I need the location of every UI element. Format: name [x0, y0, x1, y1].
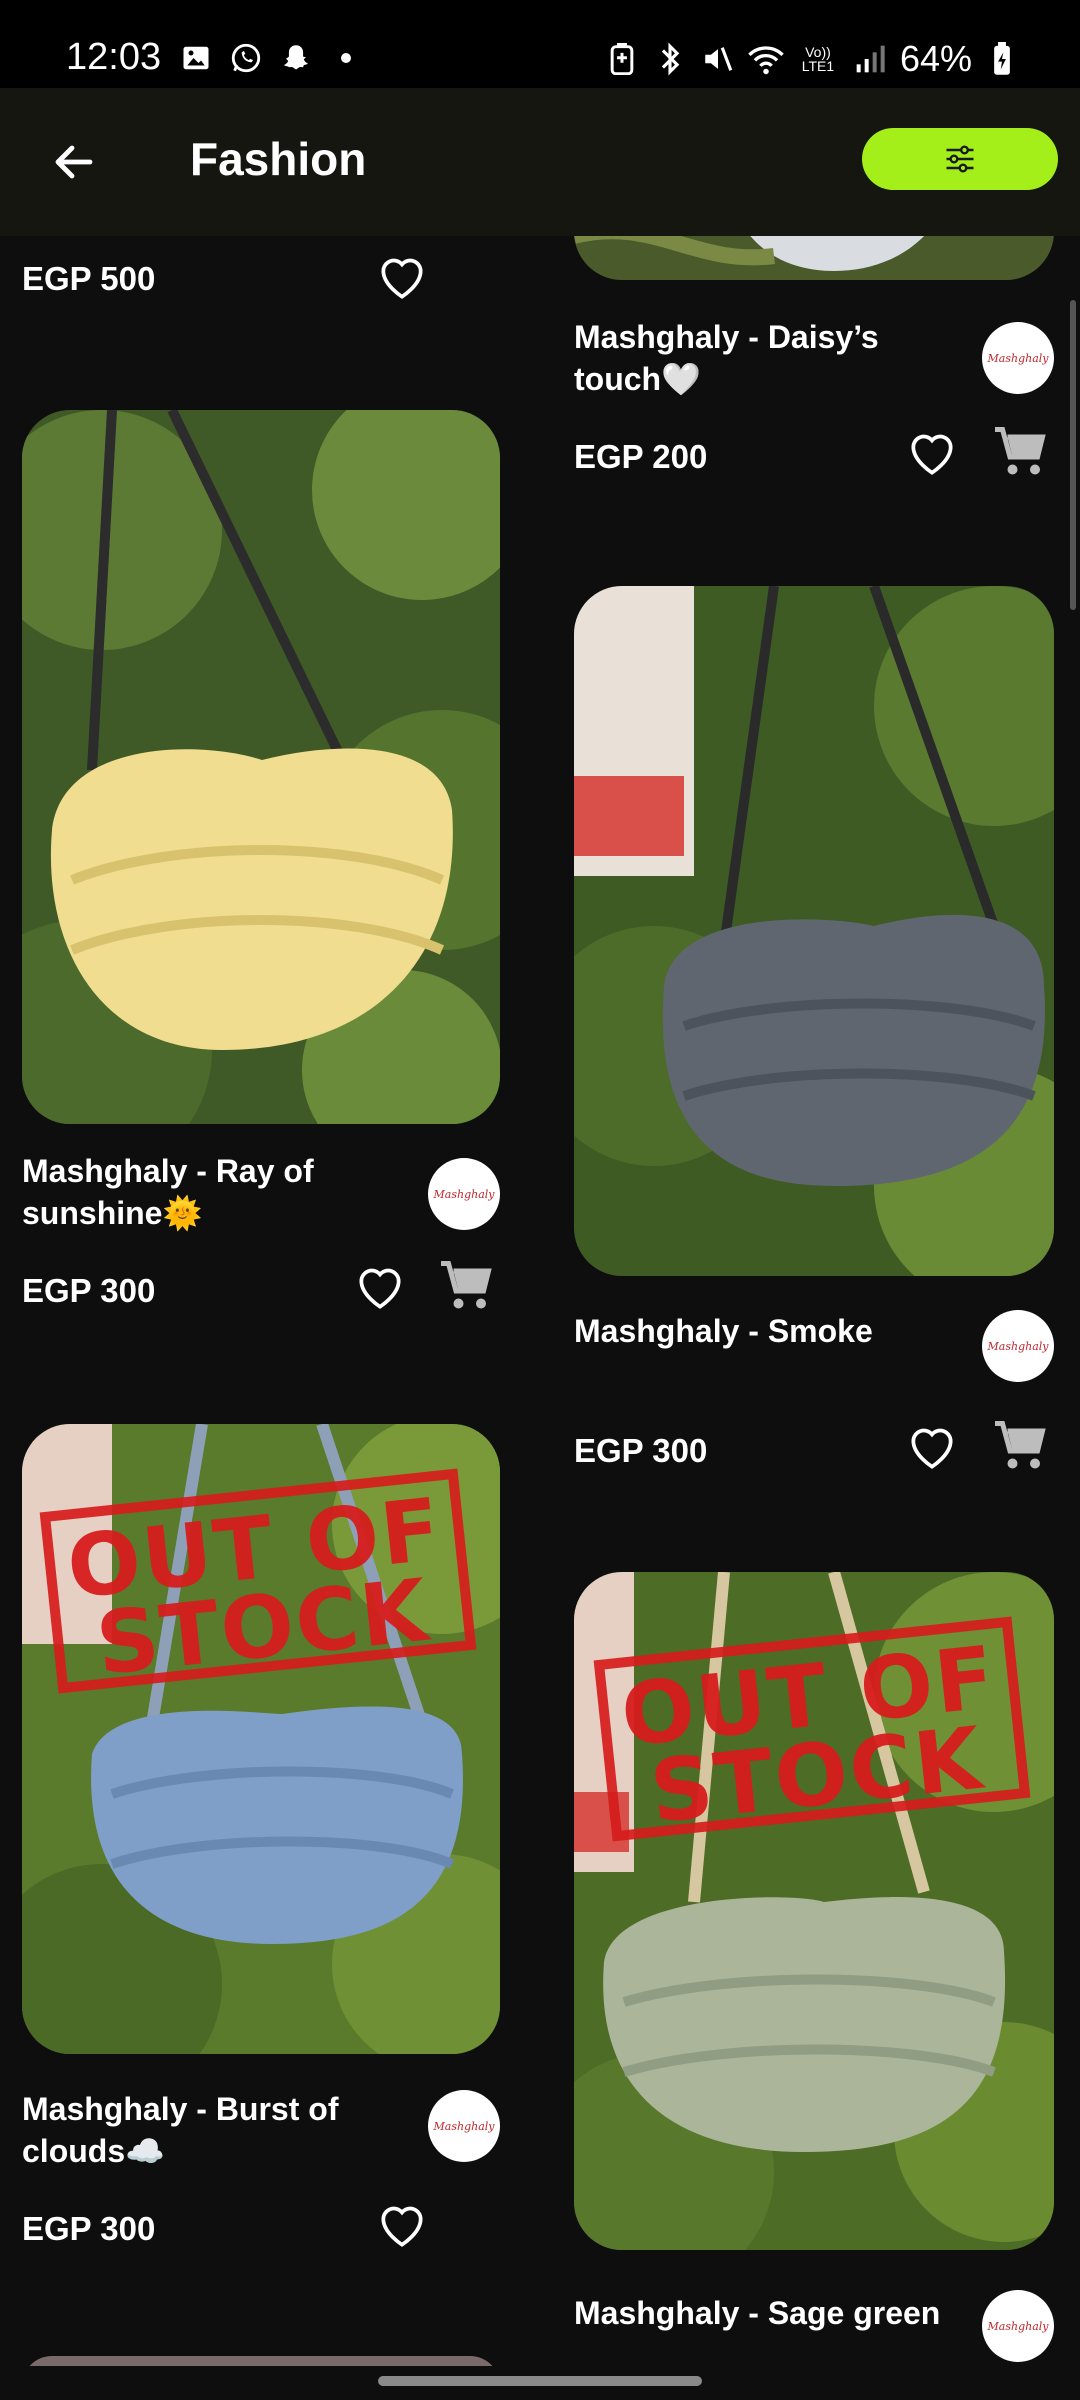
- home-indicator[interactable]: [378, 2376, 702, 2386]
- mute-icon: [700, 41, 736, 77]
- dot-icon: [328, 40, 364, 76]
- signal-icon: [852, 41, 888, 77]
- favorite-icon[interactable]: [374, 2198, 430, 2254]
- product-price: EGP 300: [574, 1432, 708, 1469]
- seller-logo[interactable]: Mashghaly: [428, 2090, 500, 2162]
- product-grid: EGP 500 Mashghaly - Daisy’s touch🤍 Mashg…: [0, 236, 1080, 2366]
- product-card[interactable]: Mashghaly - Ray of sunshine🌞 Mashghaly E…: [22, 410, 502, 1309]
- product-image: [22, 2356, 500, 2366]
- product-price: EGP 300: [22, 2210, 156, 2247]
- page-title: Fashion: [190, 133, 367, 185]
- filter-button[interactable]: [862, 128, 1058, 190]
- seller-logo[interactable]: Mashghaly: [428, 1158, 500, 1230]
- product-image: OUT OF STOCK: [22, 1424, 500, 2054]
- add-to-cart-icon[interactable]: [990, 422, 1050, 482]
- bluetooth-icon: [652, 41, 688, 77]
- seller-logo[interactable]: Mashghaly: [982, 1310, 1054, 1382]
- product-image: [574, 236, 1054, 280]
- product-image: OUT OF STOCK: [574, 1572, 1054, 2250]
- product-card[interactable]: EGP 500: [0, 236, 480, 356]
- product-card[interactable]: [22, 2356, 502, 2366]
- product-title: Mashghaly - Burst of clouds☁️: [22, 2091, 339, 2169]
- product-title: Mashghaly - Daisy’s touch🤍: [574, 319, 879, 397]
- product-card[interactable]: Mashghaly - Daisy’s touch🤍 Mashghaly EGP…: [574, 236, 1054, 556]
- product-title: Mashghaly - Ray of sunshine🌞: [22, 1153, 314, 1231]
- battery-saver-icon: [604, 41, 640, 77]
- product-image: [574, 586, 1054, 1276]
- product-card[interactable]: Mashghaly - Smoke Mashghaly EGP 300: [574, 586, 1054, 1469]
- add-to-cart-icon[interactable]: [990, 1416, 1050, 1476]
- system-icons: Vo)) LTE1 64%: [604, 38, 1020, 80]
- product-image: [22, 410, 500, 1124]
- status-time: 12:03: [66, 36, 162, 78]
- scrollbar[interactable]: [1070, 300, 1076, 610]
- gallery-icon: [178, 40, 214, 76]
- product-card[interactable]: OUT OF STOCK Mashghaly - Burst of clouds…: [22, 1424, 502, 2247]
- back-arrow-icon: [55, 145, 93, 179]
- favorite-icon[interactable]: [904, 1420, 960, 1476]
- product-title: Mashghaly - Smoke: [574, 1313, 873, 1349]
- whatsapp-icon: [228, 40, 264, 76]
- product-price: EGP 200: [574, 438, 708, 475]
- seller-logo[interactable]: Mashghaly: [982, 2290, 1054, 2362]
- product-title: Mashghaly - Sage green: [574, 2295, 941, 2331]
- favorite-icon[interactable]: [904, 426, 960, 482]
- battery-icon: [984, 41, 1020, 77]
- back-button[interactable]: [44, 132, 104, 192]
- favorite-icon[interactable]: [374, 250, 430, 306]
- wifi-icon: [748, 41, 784, 77]
- battery-percent: 64%: [899, 38, 972, 79]
- notification-icons: [178, 40, 364, 76]
- status-bar: 12:03 Vo)) LTE1 64%: [0, 0, 1080, 88]
- product-price: EGP 500: [22, 260, 156, 297]
- product-price: EGP 300: [22, 1272, 156, 1309]
- sliders-icon: [946, 145, 974, 173]
- volte-icon: Vo)) LTE1: [801, 44, 835, 74]
- add-to-cart-icon[interactable]: [436, 1256, 496, 1316]
- product-card[interactable]: OUT OF STOCK Mashghaly - Sage green Mash…: [574, 1572, 1054, 2366]
- snapchat-icon: [278, 40, 314, 76]
- seller-logo[interactable]: Mashghaly: [982, 322, 1054, 394]
- app-bar: Fashion: [0, 88, 1080, 236]
- favorite-icon[interactable]: [352, 1260, 408, 1316]
